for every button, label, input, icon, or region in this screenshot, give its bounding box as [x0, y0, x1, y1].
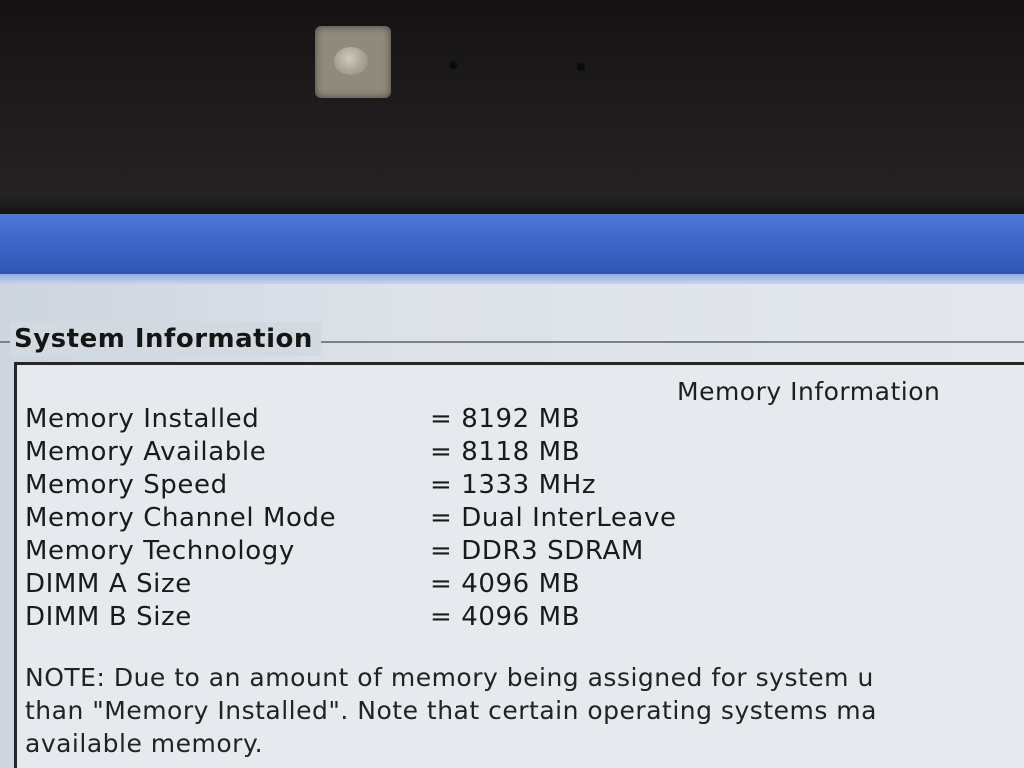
memory-channel-mode-row: Memory Channel Mode = Dual InterLeave — [25, 502, 1024, 535]
dimm-a-size-row: DIMM A Size = 4096 MB — [25, 568, 1024, 601]
webcam-lens — [334, 47, 368, 75]
note-line: available memory. — [25, 729, 264, 758]
dimm-b-size-row: DIMM B Size = 4096 MB — [25, 601, 1024, 634]
laptop-bezel — [0, 0, 1024, 218]
row-label: Memory Technology — [25, 536, 295, 566]
row-value: = 8192 MB — [430, 404, 581, 434]
row-label: Memory Available — [25, 437, 267, 467]
row-value: = DDR3 SDRAM — [430, 536, 644, 566]
memory-note: NOTE: Due to an amount of memory being a… — [25, 661, 1024, 760]
webcam-icon — [315, 26, 391, 98]
memory-speed-row: Memory Speed = 1333 MHz — [25, 469, 1024, 502]
title-bar — [0, 214, 1024, 274]
bezel-indicator-dot — [449, 61, 457, 69]
memory-installed-row: Memory Installed = 8192 MB — [25, 403, 1024, 436]
system-information-panel: System Information Memory Information Me… — [0, 284, 1024, 768]
row-value: = Dual InterLeave — [430, 503, 677, 533]
memory-available-row: Memory Available = 8118 MB — [25, 436, 1024, 469]
note-line: NOTE: Due to an amount of memory being a… — [25, 663, 874, 692]
memory-info-list: Memory Installed = 8192 MB Memory Availa… — [25, 403, 1024, 634]
row-value: = 1333 MHz — [430, 470, 597, 500]
bezel-indicator-dot — [577, 63, 585, 71]
memory-technology-row: Memory Technology = DDR3 SDRAM — [25, 535, 1024, 568]
row-value: = 8118 MB — [430, 437, 581, 467]
group-title: System Information — [10, 322, 321, 356]
row-label: Memory Speed — [25, 470, 228, 500]
row-label: DIMM A Size — [25, 569, 192, 599]
row-value: = 4096 MB — [430, 569, 581, 599]
memory-information-box: Memory Information Memory Installed = 81… — [14, 362, 1024, 768]
row-label: Memory Channel Mode — [25, 503, 337, 533]
bios-screen: System Information Memory Information Me… — [0, 214, 1024, 768]
row-label: DIMM B Size — [25, 602, 192, 632]
title-bar-stripe — [0, 274, 1024, 284]
section-heading: Memory Information — [677, 377, 941, 406]
row-label: Memory Installed — [25, 404, 260, 434]
note-line: than "Memory Installed". Note that certa… — [25, 696, 877, 725]
row-value: = 4096 MB — [430, 602, 581, 632]
